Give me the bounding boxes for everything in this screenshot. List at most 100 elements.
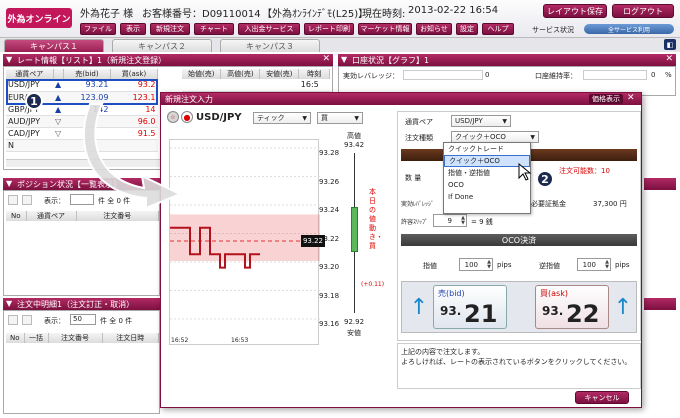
customer-number: お客様番号：D09110014 <box>142 9 261 20</box>
dropdown-item-if-done[interactable]: If Done <box>444 191 530 203</box>
col-time: 時刻 <box>298 69 330 79</box>
order-type-label: 注文種類 <box>405 134 433 142</box>
buy-ask-button[interactable]: 買(ask) 93. 22 <box>535 285 609 329</box>
tab-canvas-1[interactable]: キャンパス１ <box>4 39 104 52</box>
rate-panel-title: ▼ レート情報【リスト】1（新規注文登録） ✕ <box>3 54 333 66</box>
menu-notice[interactable]: お知らせ <box>416 23 452 35</box>
stepper-arrows-icon[interactable]: ▲ ▼ <box>487 260 491 270</box>
stepper-arrows-icon[interactable]: ▲ ▼ <box>605 260 609 270</box>
confirmation-box: 上記の内容で注文します。 よろしければ、レートの表示されているボタンをクリックし… <box>397 343 641 389</box>
down-arrow-icon: ▽ <box>53 115 64 128</box>
logout-button[interactable]: ログアウト <box>612 4 674 18</box>
canvas-tab-bar: キャンパス１ キャンパス２ キャンパス３ ◧ <box>0 38 680 52</box>
time-label: 現在時刻: <box>362 9 406 20</box>
menu-deposit-service[interactable]: 入出金サービス <box>238 23 300 35</box>
detail-button[interactable]: 価格表示 <box>589 94 623 104</box>
col-order-no: 注文番号 <box>76 211 159 221</box>
stepper-arrows-icon[interactable]: ▲ ▼ <box>461 216 465 226</box>
stop-stepper[interactable]: 100 ▲ ▼ <box>577 258 611 271</box>
col-no: No <box>6 333 25 343</box>
x-tick: 16:52 <box>171 337 189 344</box>
right-panel-title <box>644 298 676 310</box>
layout-save-button[interactable]: レイアウト保存 <box>543 4 607 18</box>
menu-report-print[interactable]: レポート印刷 <box>304 23 354 35</box>
panel-toggle-icon[interactable]: ◧ <box>664 39 676 50</box>
price-chart <box>169 139 320 345</box>
collapse-icon[interactable]: ▼ <box>341 55 347 64</box>
confirmation-line-1: 上記の内容で注文します。 <box>401 348 485 356</box>
limit-label: 指値 <box>423 262 437 270</box>
limit-stepper[interactable]: 100 ▲ ▼ <box>459 258 493 271</box>
tab-canvas-2[interactable]: キャンパス２ <box>112 39 212 52</box>
slippage-stepper[interactable]: 9 ▲ ▼ <box>433 214 467 227</box>
sell-price-pips: 21 <box>464 300 498 328</box>
oco-section-bar: OCO決済 <box>401 234 637 246</box>
checkbox[interactable] <box>22 315 32 325</box>
user-name: 外為花子 様 <box>80 9 134 20</box>
current-price-tag: 93.22 <box>301 235 325 247</box>
rate-panel-title-text: レート情報【リスト】1（新規注文登録） <box>17 55 167 65</box>
cancel-button[interactable]: キャンセル <box>575 391 629 404</box>
menu-settings[interactable]: 設定 <box>456 23 478 35</box>
display-label: 表示： <box>44 197 65 205</box>
todays-change: (+0.11) <box>361 281 385 288</box>
checkbox[interactable] <box>22 195 32 205</box>
y-tick: 93.24 <box>319 206 340 214</box>
account-panel-title-text: 口座状況【グラフ】1 <box>352 55 430 65</box>
collapse-icon[interactable]: ▼ <box>6 299 12 308</box>
collapse-icon[interactable]: ▼ <box>6 55 12 64</box>
buy-price-pips: 22 <box>566 300 600 328</box>
checkbox[interactable] <box>8 195 18 205</box>
menu-view[interactable]: 表示 <box>120 23 146 35</box>
col-bid: 売(bid) <box>63 69 111 79</box>
step-badge-1: 1 <box>25 92 43 110</box>
margin-value: 37,300 円 <box>593 200 627 208</box>
col-pair: 通貨ペア <box>26 211 77 221</box>
count-text: 件 全 0 件 <box>100 317 133 325</box>
limit-unit: pips <box>497 261 512 269</box>
currency-pair-label: 通貨ペア <box>405 118 433 126</box>
page-size-select[interactable]: 50 <box>70 314 96 325</box>
order-panel-title-text: 注文中明細1（注文訂正・取消） <box>17 299 135 309</box>
dropdown-item-quick-trade[interactable]: クイックトレード <box>444 143 530 155</box>
top-bar: 外為オンライン 外為花子 様 お客様番号：D09110014 【外為ｵﾝﾗｲﾝﾃ… <box>0 0 680 38</box>
menu-chart[interactable]: チャート <box>194 23 234 35</box>
y-tick: 93.16 <box>319 320 340 328</box>
new-order-dialog: 新規注文入力 価格表示 ✕ ☆ ● USD/JPY ティック ▼ 買 ▼ 93.28… <box>160 92 642 408</box>
y-tick: 93.28 <box>319 149 340 157</box>
effective-leverage-label: 実効ﾚﾊﾞﾚｯｼﾞ <box>401 201 435 208</box>
collapse-icon[interactable]: ▼ <box>6 179 12 188</box>
maintenance-field <box>583 70 647 80</box>
close-icon[interactable]: ✕ <box>322 54 330 64</box>
side-select[interactable]: 買 ▼ <box>317 112 363 124</box>
price-chart-svg <box>170 147 320 320</box>
range-candle <box>351 207 358 252</box>
col-high: 高値(売) <box>220 69 261 79</box>
menu-file[interactable]: ファイル <box>80 23 116 35</box>
currency-pair-select[interactable]: USD/JPY ▼ <box>451 115 511 127</box>
close-icon[interactable]: ✕ <box>627 93 635 103</box>
menu-market-info[interactable]: マーケット情報 <box>358 23 412 35</box>
sell-bid-button[interactable]: 売(bid) 93. 21 <box>433 285 507 329</box>
menu-help[interactable]: ヘルプ <box>482 23 514 35</box>
high-label: 高値 <box>347 132 361 140</box>
service-status-badge: 全サービス利用 <box>584 24 674 34</box>
y-tick: 93.20 <box>319 263 340 271</box>
buy-ask-label: 買(ask) <box>540 289 568 298</box>
buy-price-prefix: 93. <box>542 304 564 318</box>
right-panel-title <box>644 178 676 190</box>
dialog-title-bar: 新規注文入力 価格表示 ✕ <box>161 93 641 105</box>
y-axis: 93.28 93.26 93.24 93.22 93.20 93.18 93.16 <box>319 147 355 347</box>
tab-canvas-3[interactable]: キャンパス３ <box>220 39 320 52</box>
col-bulk: 一括 <box>24 333 49 343</box>
chevron-down-icon: ▼ <box>302 114 307 122</box>
tick-select[interactable]: ティック ▼ <box>253 112 311 124</box>
col-pair: 通貨ペア <box>6 69 54 79</box>
close-icon[interactable]: ✕ <box>665 54 673 64</box>
todays-movement-label: 本日の値動き・買 <box>369 188 383 250</box>
y-tick: 93.26 <box>319 177 340 186</box>
checkbox[interactable] <box>8 315 18 325</box>
menu-new-order[interactable]: 新規注文 <box>150 23 190 35</box>
sell-bid-label: 売(bid) <box>438 289 465 298</box>
stop-label: 逆指値 <box>539 262 560 270</box>
